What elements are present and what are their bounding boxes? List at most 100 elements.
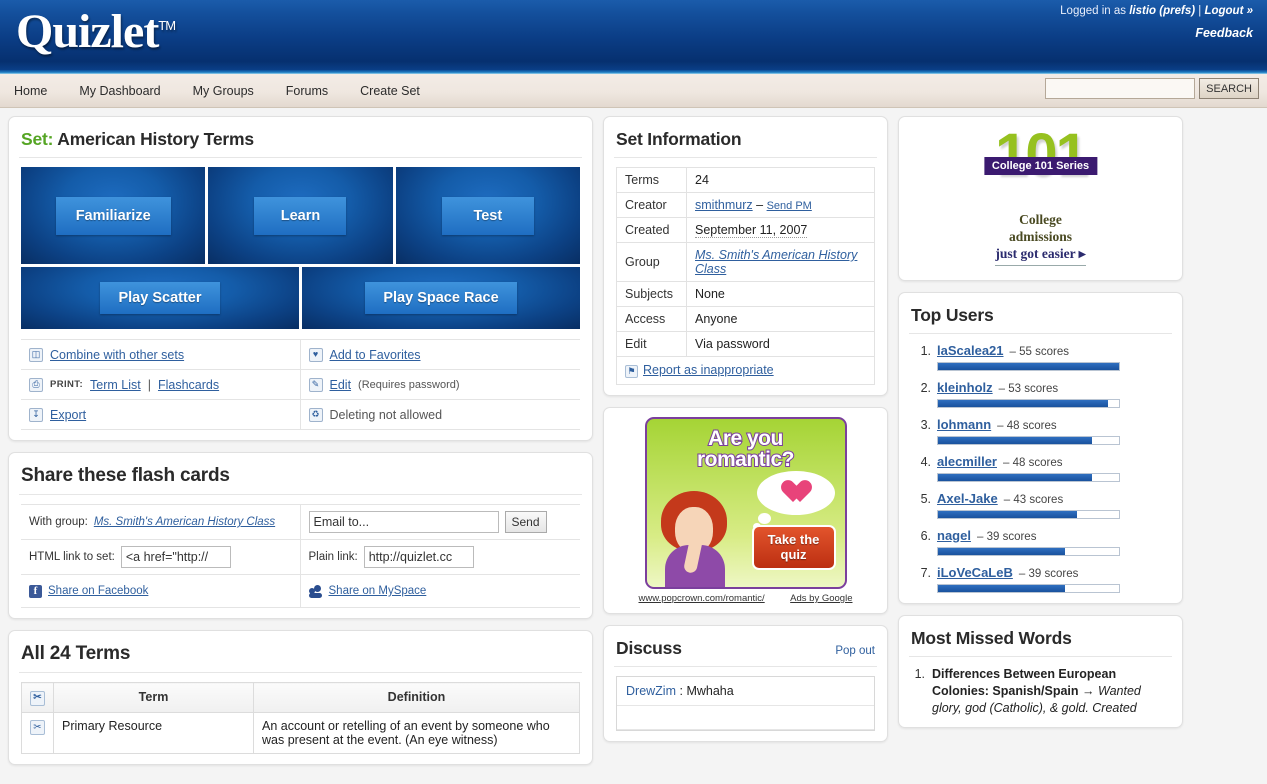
action-delete-disabled: ♻ Deleting not allowed [300,400,580,430]
action-export[interactable]: ↧ Export [21,400,301,430]
action-add-to-favorites[interactable]: ♥ Add to Favorites [300,340,580,370]
nav-item-my-groups[interactable]: My Groups [179,74,268,108]
report-inappropriate-link[interactable]: Report as inappropriate [643,363,774,377]
top-user-name[interactable]: laScalea21 [937,343,1004,358]
top-user-score: – 39 scores [1018,567,1079,580]
study-mode-test[interactable]: Test [395,167,580,264]
share-divider [19,494,582,495]
with-group-label: With group: [29,516,88,528]
share-facebook-link[interactable]: Share on Facebook [48,585,148,597]
study-mode-learn[interactable]: Learn [208,167,393,264]
study-mode-familiarize[interactable]: Familiarize [21,167,206,264]
top-user-rank: 5. [920,491,931,506]
set-information-title: Set Information [616,129,742,149]
college-tagline-line3[interactable]: just got easier ▸ [995,246,1086,266]
action-combine-sets[interactable]: ◫ Combine with other sets [21,340,301,370]
nav-item-home[interactable]: Home [0,74,61,108]
discuss-author-link[interactable]: DrewZim [626,684,676,698]
top-user-name[interactable]: alecmiller [937,454,997,469]
discuss-header: Discuss Pop out [616,636,875,659]
send-pm-link[interactable]: Send PM [767,200,812,212]
add-to-favorites-link[interactable]: Add to Favorites [330,348,421,362]
logout-link[interactable]: Logout » [1204,5,1253,17]
terms-header-definition: Definition [253,682,580,713]
top-users-panel: Top Users 1. laScalea21 – 55 scores 2. k… [898,291,1183,604]
feedback-link[interactable]: Feedback [1195,26,1253,40]
share-facebook-cell[interactable]: f Share on Facebook [21,575,301,608]
username-link[interactable]: listio (prefs) [1129,5,1195,17]
share-myspace-cell[interactable]: Share on MySpace [300,575,580,608]
top-user-name[interactable]: iLoVeCaLeB [937,565,1013,580]
share-group-link[interactable]: Ms. Smith's American History Class [94,516,275,528]
group-link[interactable]: Ms. Smith's American History Class [695,248,857,276]
action-edit[interactable]: ✎ Edit (Requires password) [300,370,580,400]
terms-header-cut: ✂ [21,682,54,713]
most-missed-rank: 1. [914,666,925,681]
ads-by-google-link[interactable]: Ads by Google [790,593,852,604]
action-print[interactable]: ⎙ PRINT: Term List | Flashcards [21,370,301,400]
game-play-space-race[interactable]: Play Space Race [302,267,580,329]
info-row-group: Group Ms. Smith's American History Class [616,242,875,282]
romantic-ad-headline: Are you romantic? [647,427,845,472]
discuss-message-list: DrewZim : Mwhaha [616,676,875,731]
top-user-score-bar [937,546,1120,556]
info-key-edit: Edit [616,331,687,357]
search-input[interactable] [1045,78,1196,99]
top-user-name[interactable]: Axel-Jake [937,491,998,506]
info-row-created: Created September 11, 2007 [616,217,875,243]
scissors-icon[interactable]: ✂ [30,690,45,706]
search-button[interactable]: SEARCH [1199,78,1259,99]
main-navigation: Home My Dashboard My Groups Forums Creat… [0,74,1267,108]
send-email-button[interactable]: Send [504,511,547,533]
header-separator: | [1198,5,1202,17]
html-link-input[interactable] [120,546,231,568]
facebook-icon: f [29,584,42,598]
discuss-panel: Discuss Pop out DrewZim : Mwhaha [603,625,888,742]
most-missed-divider [909,655,1172,657]
top-user-name[interactable]: kleinholz [937,380,993,395]
print-term-list-link[interactable]: Term List [90,378,141,392]
header-account-area: Logged in as listio (prefs) | Logout » F… [1060,5,1253,40]
export-link[interactable]: Export [50,408,86,422]
plain-link-input[interactable] [363,546,474,568]
college-tagline-line2: admissions [1008,228,1073,244]
discuss-popout-link[interactable]: Pop out [835,645,875,657]
creator-link[interactable]: smithmurz [695,198,753,212]
report-cell[interactable]: ⚑ Report as inappropriate [616,356,875,385]
top-user-name[interactable]: nagel [937,528,971,543]
nav-link-forums[interactable]: Forums [272,74,342,108]
print-flashcards-link[interactable]: Flashcards [158,378,219,392]
romantic-ad-url[interactable]: www.popcrown.com/romantic/ [639,593,765,604]
nav-link-my-dashboard[interactable]: My Dashboard [65,74,174,108]
woman-illustration [660,487,735,587]
share-plain-link-cell: Plain link: [300,540,580,575]
plain-link-label: Plain link: [308,551,358,563]
college-101-ad-panel[interactable]: 101 College 101 Series College admission… [898,116,1183,281]
romantic-ad-panel[interactable]: Are you romantic? Take the quiz www.popc… [603,407,888,614]
game-play-scatter[interactable]: Play Scatter [21,267,299,329]
list-item: 5. Axel-Jake – 43 scores [911,491,1170,519]
nav-link-create-set[interactable]: Create Set [346,74,434,108]
nav-item-create-set[interactable]: Create Set [346,74,434,108]
creator-dash: – [756,198,764,212]
games-row: Play Scatter Play Space Race [21,267,580,329]
play-space-race-label: Play Space Race [365,282,517,314]
top-user-rank: 4. [920,454,931,469]
row-cut-cell[interactable]: ✂ [21,711,54,754]
top-user-name[interactable]: lohmann [937,417,991,432]
info-key-created: Created [616,217,687,243]
take-the-quiz-button[interactable]: Take the quiz [751,525,836,570]
nav-item-my-dashboard[interactable]: My Dashboard [65,74,174,108]
share-email-cell: Send [300,505,580,540]
share-myspace-link[interactable]: Share on MySpace [329,585,427,597]
nav-item-forums[interactable]: Forums [272,74,342,108]
nav-link-my-groups[interactable]: My Groups [179,74,268,108]
romantic-ad-creative[interactable]: Are you romantic? Take the quiz [644,417,847,589]
nav-link-home[interactable]: Home [0,74,61,108]
scissors-icon[interactable]: ✂ [30,720,45,735]
email-to-input[interactable] [308,511,499,533]
edit-link[interactable]: Edit [330,378,352,392]
quizlet-logo[interactable]: QuizletTM [16,4,176,59]
combine-sets-link[interactable]: Combine with other sets [50,348,184,362]
left-column: Set: American History Terms Familiarize … [8,116,593,776]
